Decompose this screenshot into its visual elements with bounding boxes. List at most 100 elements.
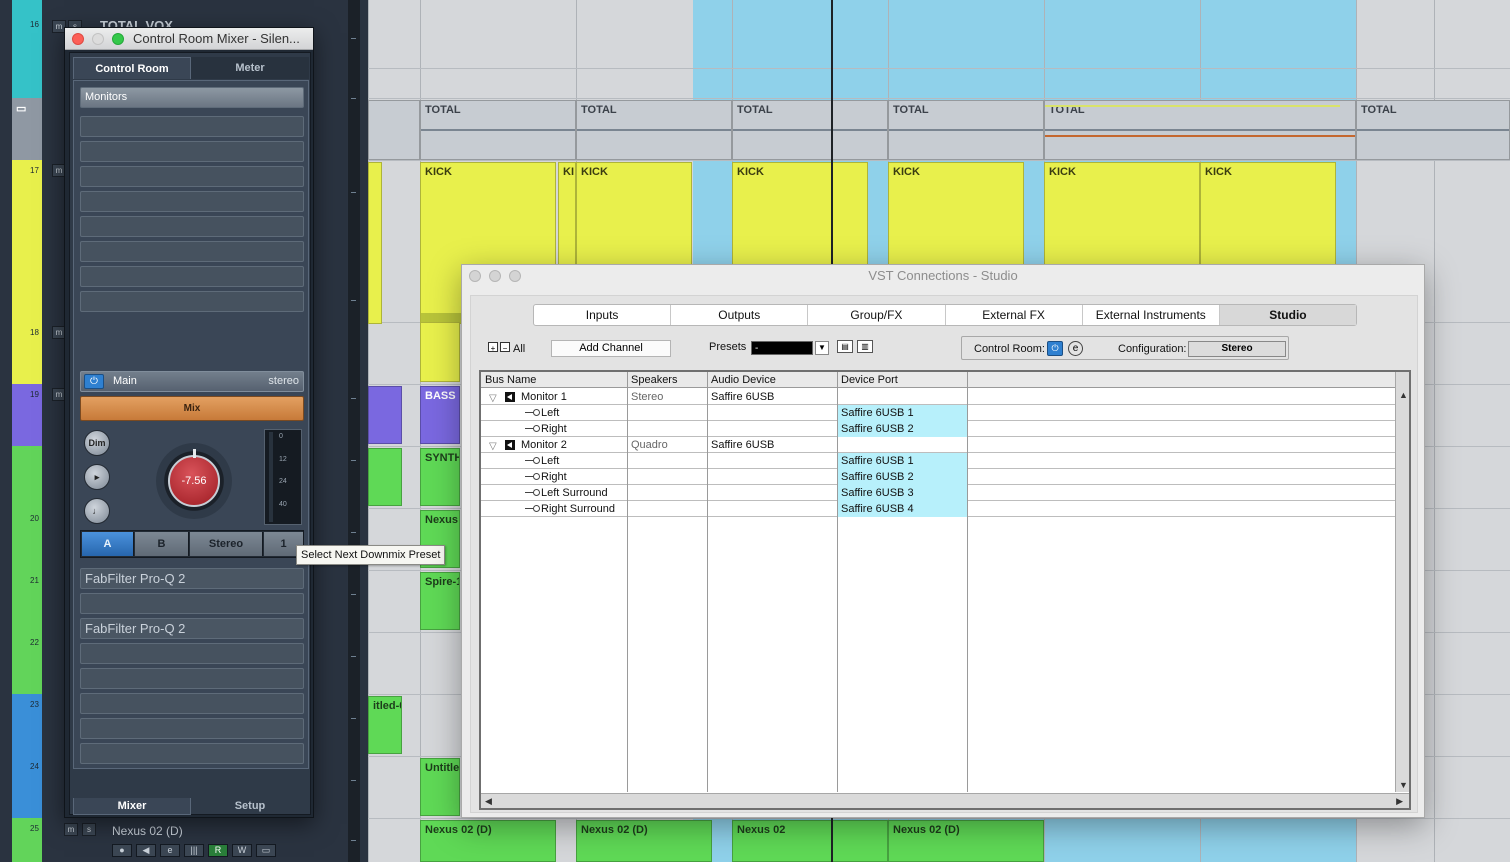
- device-port-cell[interactable]: [837, 389, 967, 405]
- total-event[interactable]: TOTAL: [420, 100, 576, 160]
- scroll-down-icon[interactable]: ▼: [1399, 780, 1408, 790]
- control-room-level-knob[interactable]: -7.56: [156, 443, 232, 519]
- audio-device-cell[interactable]: [707, 453, 837, 469]
- monitor-slot[interactable]: [80, 266, 304, 287]
- nexus02-event[interactable]: Nexus 02 (D): [888, 820, 1044, 862]
- add-channel-button[interactable]: Add Channel: [551, 340, 671, 357]
- col-audio-device[interactable]: Audio Device: [707, 372, 837, 388]
- tab-meter[interactable]: Meter: [191, 57, 309, 79]
- table-row[interactable]: ▽ Monitor 2 Quadro Saffire 6USB: [481, 437, 1395, 453]
- vertical-scrollbar[interactable]: ▲ ▼: [1395, 372, 1409, 792]
- power-icon[interactable]: ⏻: [84, 374, 104, 389]
- monitor-slot[interactable]: [80, 291, 304, 312]
- total-event[interactable]: TOTAL: [1356, 100, 1510, 160]
- close-icon[interactable]: [469, 270, 481, 282]
- nexus02-event[interactable]: Nexus 02: [732, 820, 888, 862]
- tab-outputs[interactable]: Outputs: [671, 305, 809, 325]
- tab-group-fx[interactable]: Group/FX: [808, 305, 946, 325]
- total-event[interactable]: TOTAL: [1044, 100, 1356, 160]
- bass-event[interactable]: BASS I: [420, 386, 460, 444]
- read-button[interactable]: R: [208, 844, 228, 857]
- total-event[interactable]: TOTAL: [732, 100, 888, 160]
- audio-device-cell[interactable]: [707, 421, 837, 437]
- bus-name-cell[interactable]: Right: [481, 421, 627, 437]
- monitor-slot[interactable]: [80, 166, 304, 187]
- table-row[interactable]: Right Saffire 6USB 2: [481, 469, 1395, 485]
- insert-slot[interactable]: [80, 668, 304, 689]
- col-bus-name[interactable]: Bus Name: [481, 372, 627, 388]
- table-row[interactable]: Right Surround Saffire 6USB 4: [481, 501, 1395, 517]
- insert-slot[interactable]: [80, 643, 304, 664]
- bus-name-cell[interactable]: Right Surround: [481, 501, 627, 517]
- zoom-icon[interactable]: [112, 33, 124, 45]
- speakers-cell[interactable]: [627, 453, 707, 469]
- minimize-icon[interactable]: [92, 33, 104, 45]
- track-25-header[interactable]: Nexus 02 (D) m s ● ◀ e ||| R W ▭: [60, 822, 360, 862]
- tab-studio[interactable]: Studio: [1219, 305, 1357, 325]
- nexus02-event[interactable]: Nexus 02 (D): [420, 820, 556, 862]
- audio-device-cell[interactable]: Saffire 6USB: [707, 437, 837, 453]
- speakers-cell[interactable]: [627, 405, 707, 421]
- power-icon[interactable]: ⏻: [1047, 341, 1063, 356]
- audio-device-cell[interactable]: Saffire 6USB: [707, 389, 837, 405]
- write-button[interactable]: W: [232, 844, 252, 857]
- scroll-right-icon[interactable]: ▶: [1396, 796, 1403, 807]
- tab-mixer[interactable]: Mixer: [73, 798, 191, 815]
- monitor-icon[interactable]: ◀: [136, 844, 156, 857]
- device-port-cell[interactable]: Saffire 6USB 1: [837, 405, 967, 421]
- monitor-slot[interactable]: [80, 191, 304, 212]
- monitor-slot[interactable]: [80, 116, 304, 137]
- audio-device-cell[interactable]: [707, 405, 837, 421]
- mute-button[interactable]: m: [64, 823, 78, 836]
- monitor-slot[interactable]: [80, 241, 304, 262]
- mix-source-button[interactable]: Mix: [80, 396, 304, 421]
- channel-icon[interactable]: ▭: [256, 844, 276, 857]
- device-port-cell[interactable]: Saffire 6USB 4: [837, 501, 967, 517]
- collapse-all-icon[interactable]: −: [500, 342, 510, 353]
- bus-name-cell[interactable]: ▽ Monitor 2: [481, 437, 627, 453]
- monitor-slot[interactable]: [80, 141, 304, 162]
- total-event[interactable]: [368, 100, 420, 160]
- spire-event[interactable]: Spire-1: [420, 572, 460, 630]
- metronome-icon[interactable]: ♩: [84, 498, 110, 524]
- crm-titlebar[interactable]: Control Room Mixer - Silen...: [65, 28, 313, 50]
- insert-slot[interactable]: [80, 718, 304, 739]
- zoom-icon[interactable]: [509, 270, 521, 282]
- speakers-cell[interactable]: [627, 501, 707, 517]
- device-port-cell[interactable]: Saffire 6USB 2: [837, 421, 967, 437]
- speaker-set-b-button[interactable]: B: [135, 532, 189, 556]
- audio-device-cell[interactable]: [707, 469, 837, 485]
- speakers-cell[interactable]: [627, 485, 707, 501]
- tab-setup[interactable]: Setup: [191, 798, 309, 815]
- horizontal-scrollbar[interactable]: ◀ ▶: [481, 793, 1409, 808]
- speakers-cell[interactable]: Stereo: [627, 389, 707, 405]
- synth-event[interactable]: [368, 448, 402, 506]
- total-event[interactable]: TOTAL: [888, 100, 1044, 160]
- audio-event[interactable]: itled-0: [368, 696, 402, 754]
- edit-icon[interactable]: e: [1068, 341, 1083, 356]
- table-row[interactable]: Left Surround Saffire 6USB 3: [481, 485, 1395, 501]
- device-port-cell[interactable]: [837, 437, 967, 453]
- bus-name-cell[interactable]: Left: [481, 405, 627, 421]
- tab-external-instruments[interactable]: External Instruments: [1083, 305, 1220, 325]
- nexus02-event[interactable]: Nexus 02 (D): [576, 820, 712, 862]
- speakers-cell[interactable]: [627, 469, 707, 485]
- insert-slot[interactable]: [80, 743, 304, 764]
- table-row[interactable]: Left Saffire 6USB 1: [481, 453, 1395, 469]
- table-row[interactable]: ▽ Monitor 1 Stereo Saffire 6USB: [481, 389, 1395, 405]
- bus-name-cell[interactable]: Right: [481, 469, 627, 485]
- scroll-left-icon[interactable]: ◀: [485, 796, 492, 807]
- synth-event[interactable]: SYNTH: [420, 448, 460, 506]
- insert-slot-plugin[interactable]: FabFilter Pro-Q 2: [80, 618, 304, 639]
- scroll-up-icon[interactable]: ▲: [1399, 390, 1408, 400]
- tab-external-fx[interactable]: External FX: [946, 305, 1083, 325]
- monitors-header[interactable]: Monitors: [80, 87, 304, 108]
- audio-device-cell[interactable]: [707, 485, 837, 501]
- record-icon[interactable]: ●: [112, 844, 132, 857]
- speaker-set-a-button[interactable]: A: [82, 532, 134, 556]
- table-row[interactable]: Left Saffire 6USB 1: [481, 405, 1395, 421]
- total-event[interactable]: TOTAL: [576, 100, 732, 160]
- speakers-cell[interactable]: [627, 421, 707, 437]
- main-monitor-row[interactable]: ⏻ Main stereo: [80, 371, 304, 392]
- insert-slot[interactable]: [80, 593, 304, 614]
